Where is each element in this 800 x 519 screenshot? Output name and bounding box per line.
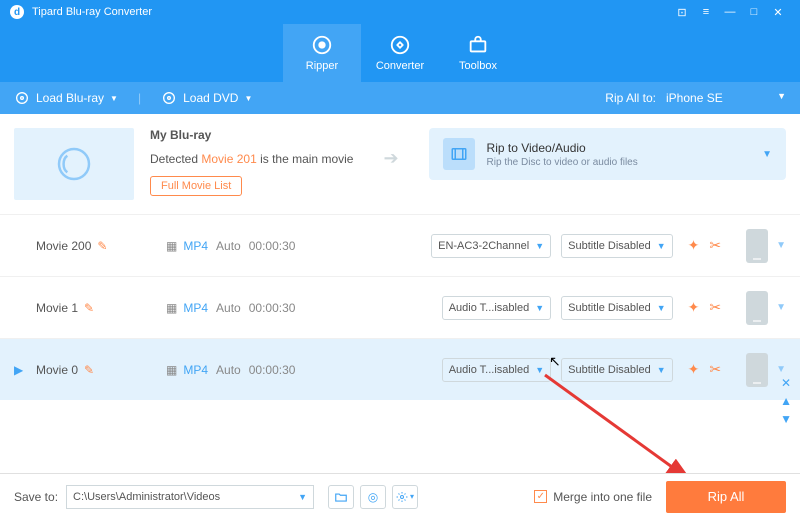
device-preview <box>746 229 768 263</box>
disc-title: My Blu-ray <box>150 128 353 142</box>
subtitle-select[interactable]: Subtitle Disabled▼ <box>561 358 672 382</box>
edit-icon[interactable]: ✎ <box>84 301 94 315</box>
rip-all-to-label: Rip All to: <box>605 91 656 105</box>
audio-select[interactable]: Audio T...isabled▼ <box>442 296 551 320</box>
menu-icon[interactable]: ≡ <box>694 6 718 18</box>
format-label: MP4 <box>183 363 208 377</box>
merge-checkbox[interactable]: ✓ Merge into one file <box>534 490 652 504</box>
chevron-down-icon: ▼ <box>110 94 118 103</box>
close-icon[interactable]: ✕ <box>766 6 790 19</box>
device-preview <box>746 353 768 387</box>
enhance-icon[interactable]: ✦ <box>688 361 700 378</box>
movie-name: Movie 1 <box>36 301 78 315</box>
movie-name: Movie 200 <box>36 239 91 253</box>
movie-name: Movie 0 <box>36 363 78 377</box>
auto-label: Auto <box>216 239 241 253</box>
chevron-down-icon[interactable]: ▼ <box>776 240 786 251</box>
video-icon <box>443 138 475 170</box>
duration-label: 00:00:30 <box>249 239 296 253</box>
app-logo: d <box>10 5 24 19</box>
enhance-icon[interactable]: ✦ <box>688 237 700 254</box>
converter-icon <box>389 34 411 56</box>
duration-label: 00:00:30 <box>249 301 296 315</box>
close-row-icon[interactable]: ✕ <box>781 376 791 390</box>
move-up-icon[interactable]: ▲ <box>780 394 792 408</box>
chevron-down-icon: ▼ <box>244 94 252 103</box>
open-folder-button[interactable] <box>328 485 354 509</box>
dvd-icon <box>161 90 177 106</box>
rip-all-to-select[interactable]: iPhone SE ▼ <box>666 89 786 107</box>
subtitle-select[interactable]: Subtitle Disabled▼ <box>561 296 672 320</box>
load-dvd-button[interactable]: Load DVD ▼ <box>161 90 252 106</box>
format-label: MP4 <box>183 301 208 315</box>
auto-label: Auto <box>216 363 241 377</box>
save-path-select[interactable]: C:\Users\Administrator\Videos ▼ <box>66 485 314 509</box>
movie-row[interactable]: Movie 200 ✎ ▦ MP4 Auto 00:00:30 EN-AC3-2… <box>0 214 800 276</box>
cut-icon[interactable]: ✂ <box>709 237 721 254</box>
tab-toolbox[interactable]: Toolbox <box>439 24 517 82</box>
move-down-icon[interactable]: ▼ <box>780 412 792 426</box>
detected-text: Detected Movie 201 is the main movie <box>150 152 353 166</box>
media-icon: ▦ <box>166 301 177 315</box>
edit-icon[interactable]: ✎ <box>84 363 94 377</box>
edit-icon[interactable]: ✎ <box>97 239 107 253</box>
chevron-down-icon[interactable]: ▼ <box>776 302 786 313</box>
audio-select[interactable]: EN-AC3-2Channel▼ <box>431 234 551 258</box>
chevron-down-icon: ▼ <box>298 492 307 502</box>
bluray-icon <box>14 90 30 106</box>
settings-button[interactable]: ▾ <box>392 485 418 509</box>
toolbox-icon <box>467 34 489 56</box>
full-movie-list-button[interactable]: Full Movie List <box>150 176 242 196</box>
feedback-icon[interactable]: ⊡ <box>670 6 694 19</box>
tab-ripper[interactable]: Ripper <box>283 24 361 82</box>
movie-row[interactable]: ▶ Movie 0 ✎ ▦ MP4 Auto 00:00:30 Audio T.… <box>0 338 800 400</box>
movie-row[interactable]: Movie 1 ✎ ▦ MP4 Auto 00:00:30 Audio T...… <box>0 276 800 338</box>
play-icon[interactable]: ▶ <box>14 363 32 377</box>
format-label: MP4 <box>183 239 208 253</box>
chevron-down-icon: ▼ <box>777 91 786 105</box>
main-movie-link[interactable]: Movie 201 <box>201 152 256 166</box>
media-icon: ▦ <box>166 239 177 253</box>
duration-label: 00:00:30 <box>249 363 296 377</box>
disc-thumbnail <box>14 128 134 200</box>
tab-converter[interactable]: Converter <box>361 24 439 82</box>
minimize-icon[interactable]: — <box>718 6 742 18</box>
rip-all-button[interactable]: Rip All <box>666 481 786 513</box>
subtitle-select[interactable]: Subtitle Disabled▼ <box>561 234 672 258</box>
audio-select[interactable]: Audio T...isabled▼ <box>442 358 551 382</box>
save-to-label: Save to: <box>14 490 58 504</box>
rip-target-select[interactable]: Rip to Video/Audio Rip the Disc to video… <box>429 128 786 180</box>
ripper-icon <box>311 34 333 56</box>
load-bluray-button[interactable]: Load Blu-ray ▼ <box>14 90 118 106</box>
cut-icon[interactable]: ✂ <box>709 361 721 378</box>
snapshot-button[interactable]: ◎ <box>360 485 386 509</box>
maximize-icon[interactable]: □ <box>742 6 766 18</box>
auto-label: Auto <box>216 301 241 315</box>
arrow-right-icon: ➔ <box>383 148 398 169</box>
app-title: Tipard Blu-ray Converter <box>32 6 152 18</box>
media-icon: ▦ <box>166 363 177 377</box>
device-preview <box>746 291 768 325</box>
enhance-icon[interactable]: ✦ <box>688 299 700 316</box>
chevron-down-icon: ▼ <box>762 149 772 160</box>
cut-icon[interactable]: ✂ <box>709 299 721 316</box>
